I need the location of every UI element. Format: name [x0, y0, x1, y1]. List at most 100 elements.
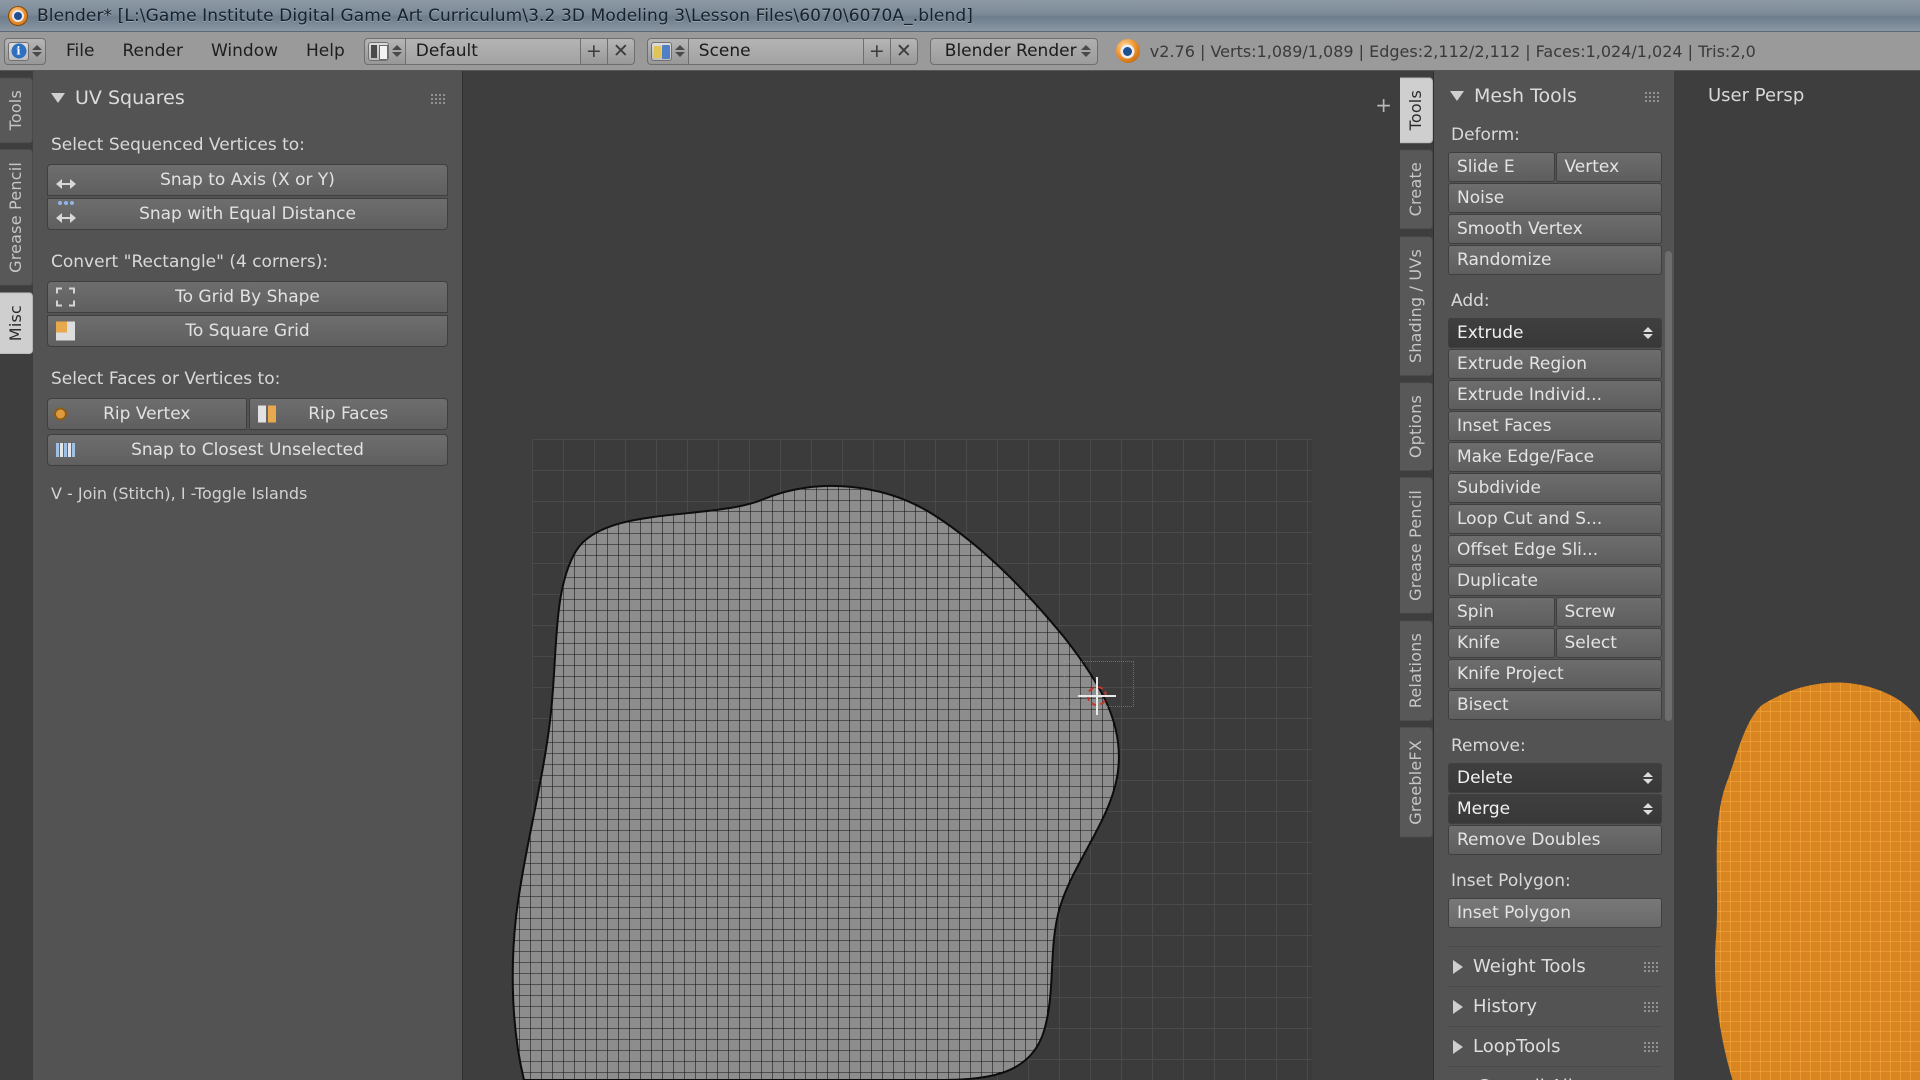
inset-polygon-button[interactable]: Inset Polygon	[1448, 898, 1662, 928]
offset-edge-slide-button[interactable]: Offset Edge Sli...	[1448, 535, 1662, 565]
right-tab-create[interactable]: Create	[1400, 149, 1433, 230]
left-tab-grease-pencil[interactable]: Grease Pencil	[0, 149, 33, 287]
right-tab-tools[interactable]: Tools	[1400, 77, 1433, 144]
square-grid-icon	[56, 321, 75, 341]
right-tab-shading-uvs[interactable]: Shading / UVs	[1400, 235, 1433, 376]
scene-datablock: Scene + ✕	[646, 37, 918, 65]
merge-dropdown[interactable]: Merge	[1448, 794, 1662, 824]
noise-button[interactable]: Noise	[1448, 183, 1662, 213]
select-button[interactable]: Select	[1555, 628, 1662, 658]
menu-render[interactable]: Render	[108, 38, 197, 65]
looptools-label: LoopTools	[1473, 1036, 1561, 1057]
scene-browse-button[interactable]	[646, 37, 689, 65]
make-edge-face-button[interactable]: Make Edge/Face	[1448, 442, 1662, 472]
scene-icon	[650, 41, 672, 61]
knife-button[interactable]: Knife	[1448, 628, 1555, 658]
extrude-dropdown[interactable]: Extrude	[1448, 318, 1662, 348]
menu-help[interactable]: Help	[292, 38, 359, 65]
label-convert-rectangle: Convert "Rectangle" (4 corners):	[51, 252, 329, 272]
uv-squares-title: UV Squares	[75, 87, 185, 109]
panel-history[interactable]: History	[1448, 986, 1662, 1026]
panel-looptools[interactable]: LoopTools	[1448, 1026, 1662, 1066]
3d-viewport[interactable]: +	[464, 71, 1400, 1080]
left-tab-misc[interactable]: Misc	[0, 292, 33, 355]
view-perspective-label: User Persp	[1708, 85, 1805, 106]
snap-to-axis-label: Snap to Axis (X or Y)	[160, 170, 335, 190]
snap-equal-distance-label: Snap with Equal Distance	[139, 204, 356, 224]
screen-layout-add-button[interactable]: +	[580, 37, 608, 65]
extrude-region-button[interactable]: Extrude Region	[1448, 349, 1662, 379]
uv-squares-header[interactable]: UV Squares	[47, 81, 448, 113]
randomize-button[interactable]: Randomize	[1448, 245, 1662, 275]
history-label: History	[1473, 996, 1538, 1017]
panel-weight-tools[interactable]: Weight Tools	[1448, 946, 1662, 986]
blender-logo-icon	[8, 5, 28, 26]
bisect-button[interactable]: Bisect	[1448, 690, 1662, 720]
rip-faces-icon	[257, 405, 277, 423]
label-select-sequenced-vertices: Select Sequenced Vertices to:	[51, 135, 305, 155]
knife-project-button[interactable]: Knife Project	[1448, 659, 1662, 689]
screen-layout-datablock: Default + ✕	[363, 37, 635, 65]
snap-to-closest-unselected-button[interactable]: Snap to Closest Unselected	[47, 434, 448, 466]
secondary-viewport[interactable]: User Persp	[1674, 71, 1920, 1080]
subdivide-button[interactable]: Subdivide	[1448, 473, 1662, 503]
mesh-wireframe	[511, 484, 1120, 1080]
label-inset-polygon: Inset Polygon:	[1451, 871, 1571, 891]
slide-vertex-button[interactable]: Vertex	[1555, 152, 1662, 182]
mesh-tools-content: Mesh Tools Deform: Slide E Vertex Noise …	[1434, 71, 1674, 1080]
panel-grip-icon	[1644, 90, 1660, 102]
snap-to-axis-button[interactable]: Snap to Axis (X or Y)	[47, 164, 448, 196]
rip-faces-button[interactable]: Rip Faces	[248, 398, 448, 430]
render-engine-select[interactable]: Blender Render	[929, 37, 1098, 65]
screen-layout-browse-button[interactable]	[363, 37, 406, 65]
snap-closest-icon	[56, 442, 77, 458]
duplicate-button[interactable]: Duplicate	[1448, 566, 1662, 596]
knife-select-row: Knife Select	[1448, 628, 1662, 659]
grid-shape-icon	[56, 287, 75, 307]
rip-faces-label: Rip Faces	[308, 404, 389, 424]
window-title: Blender* [L:\Game Institute Digital Game…	[37, 5, 973, 26]
rip-vertex-button[interactable]: Rip Vertex	[47, 398, 247, 430]
slide-edge-button[interactable]: Slide E	[1448, 152, 1555, 182]
screw-button[interactable]: Screw	[1555, 597, 1662, 627]
mesh-tools-scrollbar[interactable]	[1665, 251, 1672, 721]
arrows-horizontal-icon	[56, 173, 76, 189]
right-toolshelf-tabs: Tools Create Shading / UVs Options Greas…	[1400, 71, 1433, 838]
inset-faces-button[interactable]: Inset Faces	[1448, 411, 1662, 441]
right-tab-greeblefx[interactable]: GreebleFX	[1400, 727, 1433, 838]
main-menu: File Render Window Help	[52, 38, 359, 65]
chevron-down-icon	[1450, 91, 1464, 101]
right-tab-grease-pencil[interactable]: Grease Pencil	[1400, 477, 1433, 614]
to-square-grid-button[interactable]: To Square Grid	[47, 315, 448, 347]
left-tab-tools[interactable]: Tools	[0, 77, 33, 144]
right-tab-options[interactable]: Options	[1400, 381, 1433, 472]
mesh-tools-panel: Mesh Tools Deform: Slide E Vertex Noise …	[1433, 71, 1920, 1080]
right-tab-relations[interactable]: Relations	[1400, 619, 1433, 722]
remove-doubles-button[interactable]: Remove Doubles	[1448, 825, 1662, 855]
menu-file[interactable]: File	[52, 38, 108, 65]
rip-vertex-icon	[56, 409, 65, 419]
panel-gpencil-align[interactable]: Gpencil Align	[1448, 1066, 1662, 1080]
mesh-tools-header[interactable]: Mesh Tools	[1448, 81, 1662, 109]
scene-add-button[interactable]: +	[863, 37, 891, 65]
screen-layout-delete-button[interactable]: ✕	[607, 37, 635, 65]
os-titlebar: Blender* [L:\Game Institute Digital Game…	[0, 0, 1920, 32]
scene-delete-button[interactable]: ✕	[890, 37, 918, 65]
spin-button[interactable]: Spin	[1448, 597, 1555, 627]
smooth-vertex-button[interactable]: Smooth Vertex	[1448, 214, 1662, 244]
3d-cursor-icon	[1084, 683, 1110, 709]
panel-grip-icon	[430, 92, 446, 104]
menu-window[interactable]: Window	[197, 38, 292, 65]
weight-tools-label: Weight Tools	[1473, 956, 1586, 977]
extrude-individual-button[interactable]: Extrude Individ...	[1448, 380, 1662, 410]
scene-statistics-text: v2.76 | Verts:1,089/1,089 | Edges:2,112/…	[1149, 41, 1756, 61]
delete-dropdown[interactable]: Delete	[1448, 763, 1662, 793]
uv-squares-hint: V - Join (Stitch), I -Toggle Islands	[51, 484, 308, 503]
scene-name[interactable]: Scene	[688, 37, 864, 65]
screen-layout-name[interactable]: Default	[405, 37, 581, 65]
snap-equal-distance-button[interactable]: Snap with Equal Distance	[47, 198, 448, 230]
chevron-updown-icon	[391, 41, 402, 62]
to-grid-by-shape-button[interactable]: To Grid By Shape	[47, 281, 448, 313]
editor-type-selector[interactable]: i	[4, 37, 46, 65]
loop-cut-and-slide-button[interactable]: Loop Cut and S...	[1448, 504, 1662, 534]
